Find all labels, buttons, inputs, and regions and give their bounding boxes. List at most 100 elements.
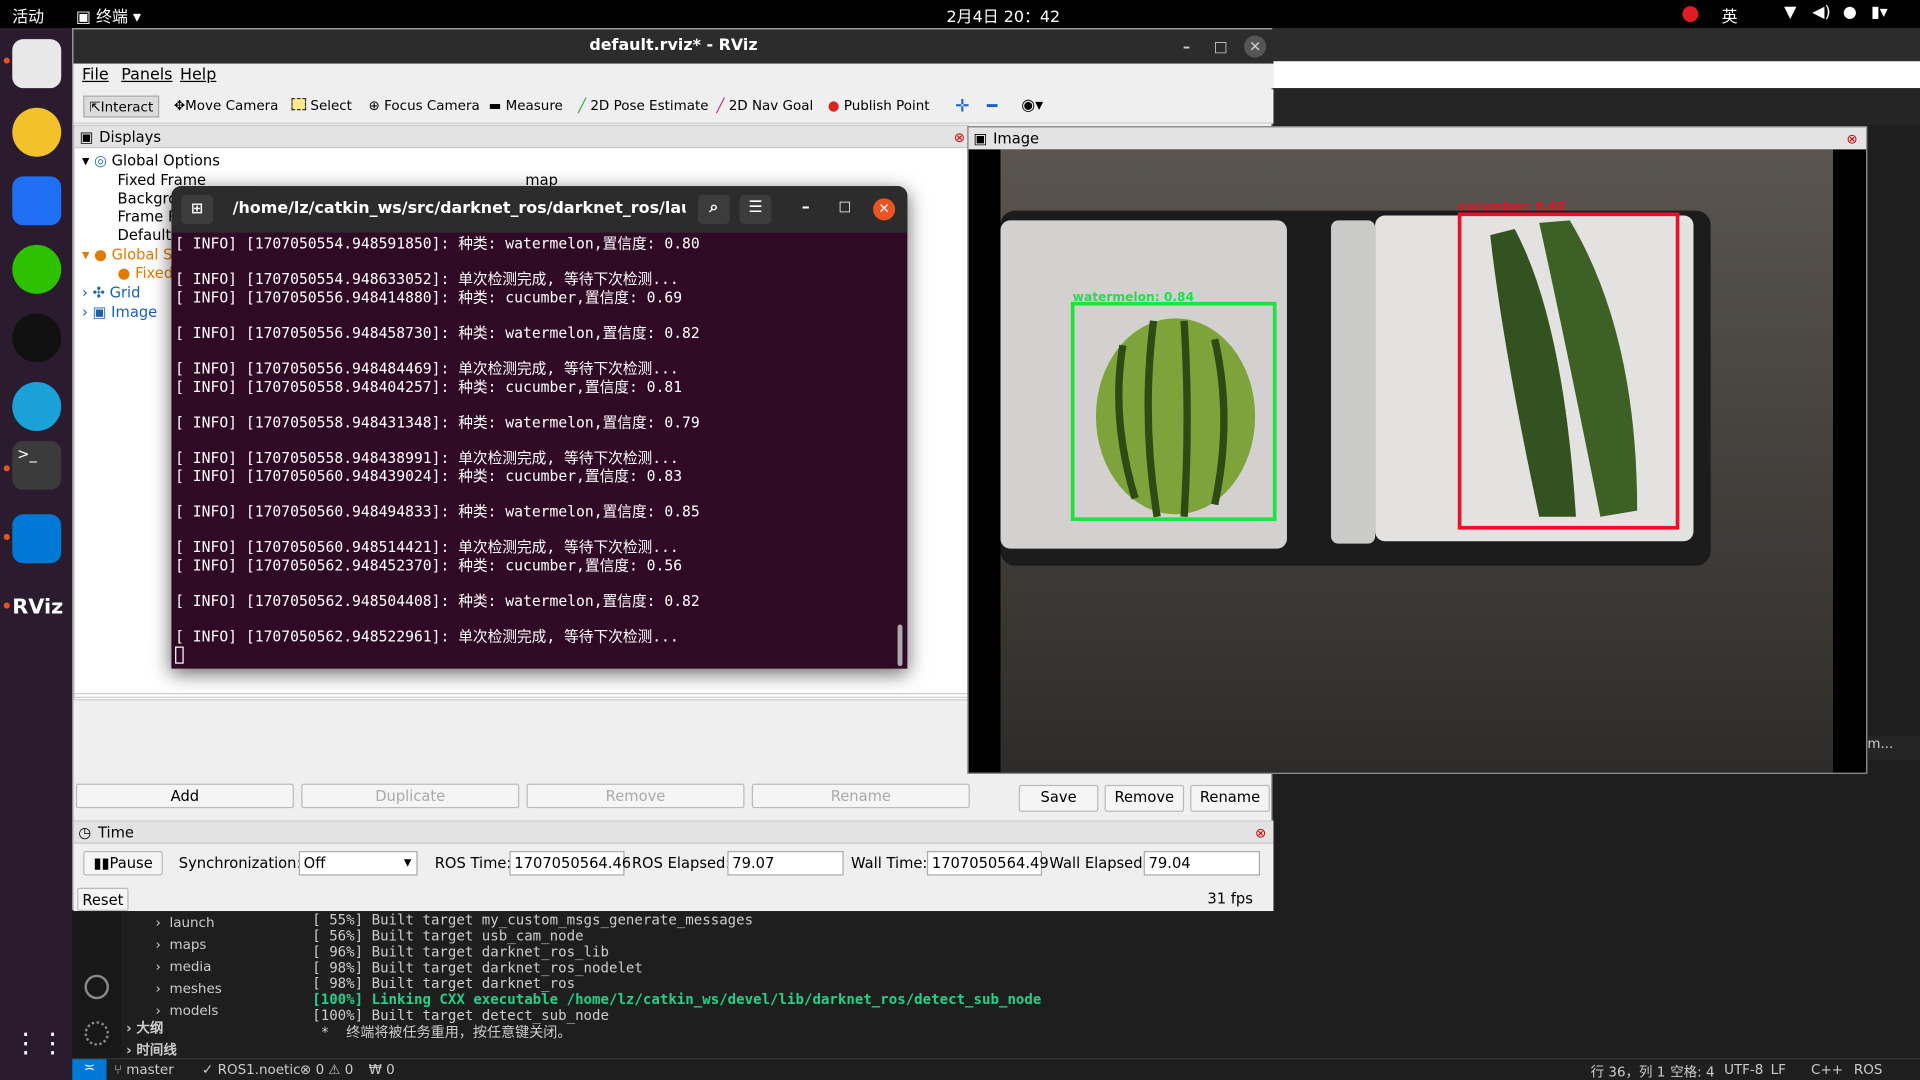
terminal-line: [ INFO] [1707050562.948452370]: 种类: cucu… <box>175 556 683 574</box>
tool-measure[interactable]: ▬ Measure <box>489 96 563 118</box>
new-tab-icon[interactable]: ⊞ <box>181 194 214 225</box>
do-not-disturb-icon[interactable] <box>1682 6 1699 23</box>
view-rename-button[interactable]: Rename <box>1190 784 1270 812</box>
menu-panels[interactable]: Panels <box>121 66 172 84</box>
edge-icon[interactable] <box>12 382 62 432</box>
tree-global-options[interactable]: ▾ ◎ Global Options <box>82 152 220 169</box>
rviz-icon[interactable]: RViz <box>12 583 63 632</box>
sync-value: Off <box>303 854 326 872</box>
tool-publish-point[interactable]: ● Publish Point <box>828 96 930 118</box>
branch-indicator[interactable]: ⑂ master <box>114 1062 174 1078</box>
files-icon[interactable] <box>12 39 62 89</box>
account-icon[interactable] <box>84 974 109 1000</box>
input-method[interactable]: 英 <box>1722 4 1738 27</box>
terminal-cursor <box>175 646 184 664</box>
tool-2d-pose-estimate[interactable]: ╱ 2D Pose Estimate <box>578 96 709 118</box>
timeline-section[interactable]: › 时间线 <box>126 1040 177 1060</box>
tree-fixed-frame-status[interactable]: ● Fixed <box>118 264 174 281</box>
tool-2d-nav-goal[interactable]: ╱ 2D Nav Goal <box>716 96 813 118</box>
microphone-icon[interactable]: ● <box>1843 4 1857 22</box>
ros-elapsed-field[interactable]: 79.07 <box>727 851 844 876</box>
ros-time-field[interactable]: 1707050564.46 <box>509 851 631 876</box>
tree-frame-rate[interactable]: Frame R <box>118 208 179 225</box>
problems-indicator[interactable]: ⊗ 0 ⚠ 0 <box>300 1062 353 1078</box>
settings-gear-icon[interactable] <box>84 1021 109 1046</box>
close-icon[interactable]: ✕ <box>873 198 896 221</box>
pause-button[interactable]: ▮▮Pause <box>83 851 163 876</box>
panel-close-icon[interactable]: ⊗ <box>1847 129 1858 151</box>
wall-elapsed-field[interactable]: 79.04 <box>1143 851 1261 876</box>
battery-icon[interactable]: ▮▾ <box>1871 4 1888 22</box>
close-icon[interactable]: ✕ <box>1244 35 1267 58</box>
remote-icon[interactable]: ≍ <box>72 1059 107 1080</box>
minimize-icon[interactable]: – <box>795 198 817 220</box>
menu-file[interactable]: File <box>82 66 109 84</box>
panel-close-icon[interactable]: ⊗ <box>954 127 965 149</box>
top-bar: 活动 ▣ 终端 ▾ 2月4日 20：42 英 ▼ ◀) ● ▮▾ <box>0 0 1920 29</box>
explorer-folder[interactable]: › launch <box>156 915 215 931</box>
move-camera-icon: ✥ <box>173 97 186 114</box>
ros-status[interactable]: ROS <box>1854 1062 1883 1078</box>
tree-image[interactable]: › ▣ Image <box>82 304 157 321</box>
tool-focus-camera[interactable]: ⊕ Focus Camera <box>369 96 480 118</box>
explorer-folder[interactable]: › meshes <box>156 981 222 997</box>
terminal-icon[interactable]: >_ <box>12 440 62 490</box>
reset-button[interactable]: Reset <box>77 887 129 912</box>
remove-tool-icon[interactable]: ━ <box>987 96 997 118</box>
tree-label: Grid <box>109 284 141 302</box>
ports-indicator[interactable]: ₩ 0 <box>369 1062 395 1078</box>
maximize-icon[interactable]: □ <box>834 198 856 220</box>
terminal-output[interactable]: [ INFO] [1707050554.948591850]: 种类: wate… <box>175 235 897 664</box>
maximize-icon[interactable]: □ <box>1210 36 1232 58</box>
explorer-folder[interactable]: › models <box>156 1003 219 1019</box>
feishu-icon[interactable] <box>12 176 62 226</box>
panel-close-icon[interactable]: ⊗ <box>1255 823 1266 845</box>
ros-version[interactable]: ✓ ROS1.noetic <box>202 1062 300 1078</box>
sync-select[interactable]: Off ▼ <box>298 851 418 876</box>
menu-help[interactable]: Help <box>180 66 216 84</box>
wechat-icon[interactable] <box>12 244 62 294</box>
app-menu[interactable]: ▣ 终端 ▾ <box>76 4 141 27</box>
vscode-icon[interactable] <box>12 514 62 564</box>
terminal-line: [ INFO] [1707050554.948591850]: 种类: wate… <box>175 235 700 253</box>
tool-move-camera[interactable]: ✥Move Camera <box>174 96 279 118</box>
app-grid-icon[interactable]: ⋮⋮⋮ <box>12 1020 93 1069</box>
add-button[interactable]: Add <box>75 783 294 809</box>
hamburger-menu-icon[interactable]: ☰ <box>739 194 772 225</box>
splitter[interactable] <box>74 693 968 698</box>
terminal-line: [ INFO] [1707050554.948633052]: 单次检测完成, … <box>175 270 679 288</box>
scrollbar[interactable] <box>897 624 903 667</box>
view-remove-button[interactable]: Remove <box>1104 784 1185 812</box>
minimize-icon[interactable]: – <box>1176 36 1198 58</box>
encoding[interactable]: UTF-8 <box>1724 1062 1763 1078</box>
cursor-position[interactable]: 行 36，列 1 <box>1591 1062 1666 1080</box>
outline-section[interactable]: › 大纲 <box>126 1018 163 1038</box>
wall-time-field[interactable]: 1707050564.49 <box>926 851 1049 876</box>
tree-grid[interactable]: › ✣ Grid <box>82 284 140 301</box>
view-save-button[interactable]: Save <box>1018 784 1099 812</box>
eol[interactable]: LF <box>1771 1062 1786 1078</box>
camera-type-icon[interactable]: ◉▾ <box>1021 96 1043 118</box>
search-icon[interactable]: ⌕ <box>697 194 730 225</box>
duplicate-button[interactable]: Duplicate <box>301 783 520 809</box>
tool-select[interactable]: Select <box>291 96 352 118</box>
explorer-folder[interactable]: › maps <box>156 937 207 953</box>
indentation[interactable]: 空格: 4 <box>1670 1062 1714 1080</box>
clock[interactable]: 2月4日 20：42 <box>947 4 1061 27</box>
language-mode[interactable]: C++ <box>1811 1062 1843 1078</box>
remove-button[interactable]: Remove <box>526 783 745 809</box>
tool-interact[interactable]: ⇱Interact <box>83 95 160 118</box>
chevron-down-icon: ▼ <box>403 857 412 869</box>
tree-default-light[interactable]: Default <box>118 227 172 244</box>
tree-global-status[interactable]: ▾ ● Global S <box>82 246 172 263</box>
explorer-folder[interactable]: › media <box>156 959 212 975</box>
rename-button[interactable]: Rename <box>751 783 970 809</box>
vscode-side-tab[interactable]: m... <box>1867 735 1920 761</box>
qq-icon[interactable] <box>12 313 62 363</box>
volume-icon[interactable]: ◀) <box>1812 4 1830 22</box>
tree-background[interactable]: Backgro <box>118 190 178 207</box>
rhythmbox-icon[interactable] <box>12 107 62 157</box>
add-tool-icon[interactable]: ✛ <box>955 96 969 118</box>
activities-button[interactable]: 活动 <box>12 4 44 27</box>
wifi-icon[interactable]: ▼ <box>1784 4 1796 22</box>
